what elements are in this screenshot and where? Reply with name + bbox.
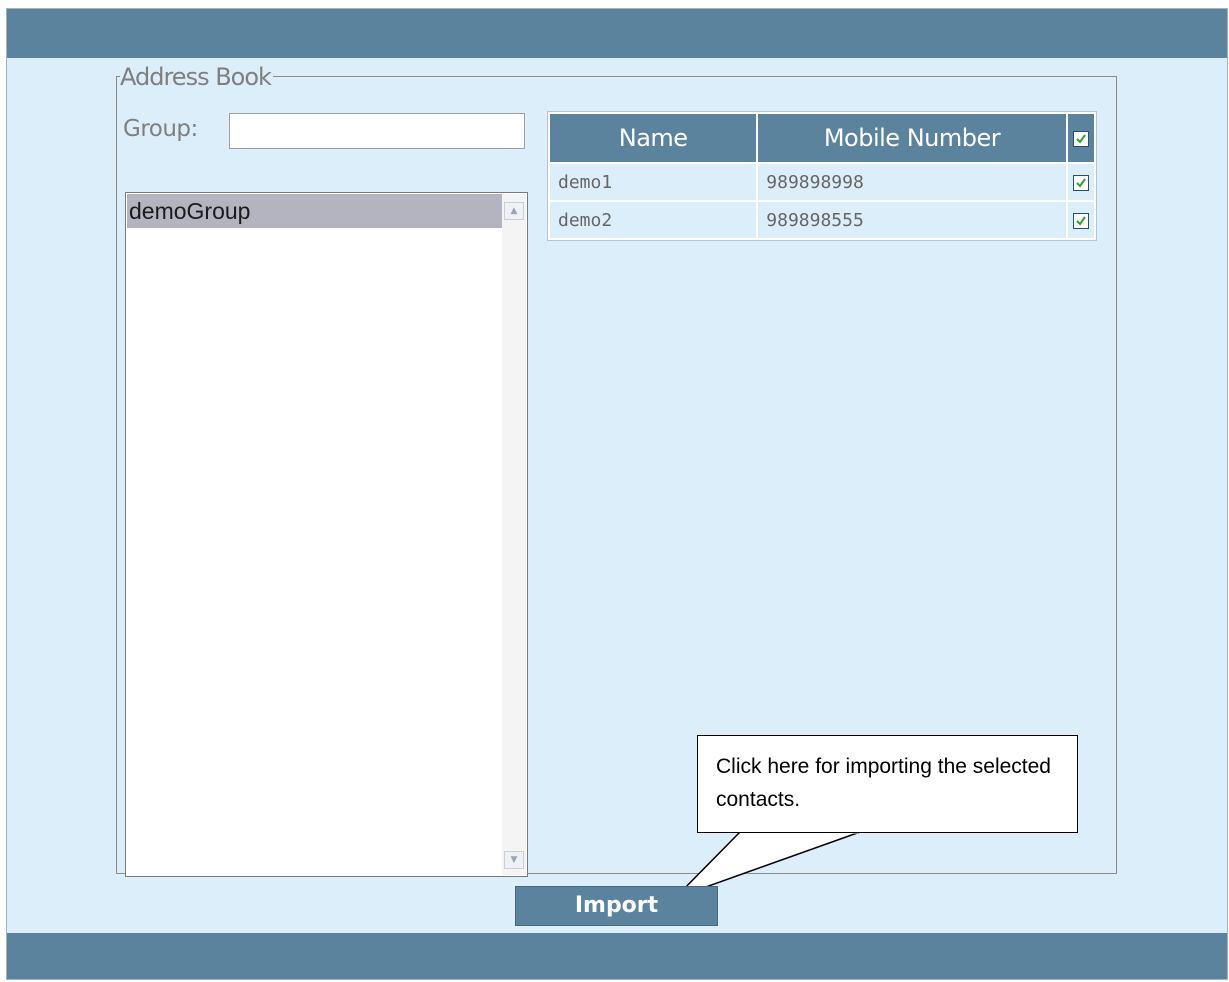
top-bar bbox=[7, 9, 1227, 58]
address-book-legend: Address Book bbox=[120, 63, 273, 91]
column-header-name: Name bbox=[550, 114, 757, 162]
table-row[interactable]: demo2 989898555 bbox=[550, 202, 1094, 238]
checkmark-icon bbox=[1076, 215, 1086, 226]
contact-checkbox[interactable] bbox=[1072, 212, 1089, 229]
contact-checkbox[interactable] bbox=[1072, 174, 1089, 191]
group-list[interactable]: demoGroup ▲ ▼ bbox=[125, 192, 528, 877]
select-all-cell bbox=[1067, 114, 1094, 162]
chevron-down-icon[interactable]: ▼ bbox=[504, 851, 524, 869]
contacts-table: Name Mobile Number demo1 989898998 demo2… bbox=[547, 111, 1097, 241]
contact-name: demo2 bbox=[550, 202, 757, 238]
select-all-checkbox[interactable] bbox=[1072, 131, 1089, 147]
group-input[interactable] bbox=[229, 113, 525, 149]
import-button[interactable]: Import bbox=[515, 886, 718, 926]
callout-tooltip: Click here for importing the selected co… bbox=[697, 735, 1078, 833]
group-list-scrollbar[interactable]: ▲ ▼ bbox=[502, 194, 526, 875]
checkmark-icon bbox=[1076, 177, 1086, 188]
group-label: Group: bbox=[123, 116, 198, 142]
contact-mobile: 989898998 bbox=[758, 164, 1066, 200]
bottom-bar bbox=[7, 933, 1227, 979]
contact-mobile: 989898555 bbox=[758, 202, 1066, 238]
row-checkbox-cell bbox=[1067, 202, 1094, 238]
table-row[interactable]: demo1 989898998 bbox=[550, 164, 1094, 200]
contact-name: demo1 bbox=[550, 164, 757, 200]
group-item-demogroup[interactable]: demoGroup bbox=[127, 194, 504, 228]
table-header-row: Name Mobile Number bbox=[550, 114, 1094, 162]
chevron-up-icon[interactable]: ▲ bbox=[504, 202, 524, 220]
column-header-mobile: Mobile Number bbox=[758, 114, 1066, 162]
checkmark-icon bbox=[1076, 134, 1086, 144]
app-frame: Address Book Group: demoGroup ▲ ▼ Name M… bbox=[6, 8, 1228, 980]
row-checkbox-cell bbox=[1067, 164, 1094, 200]
